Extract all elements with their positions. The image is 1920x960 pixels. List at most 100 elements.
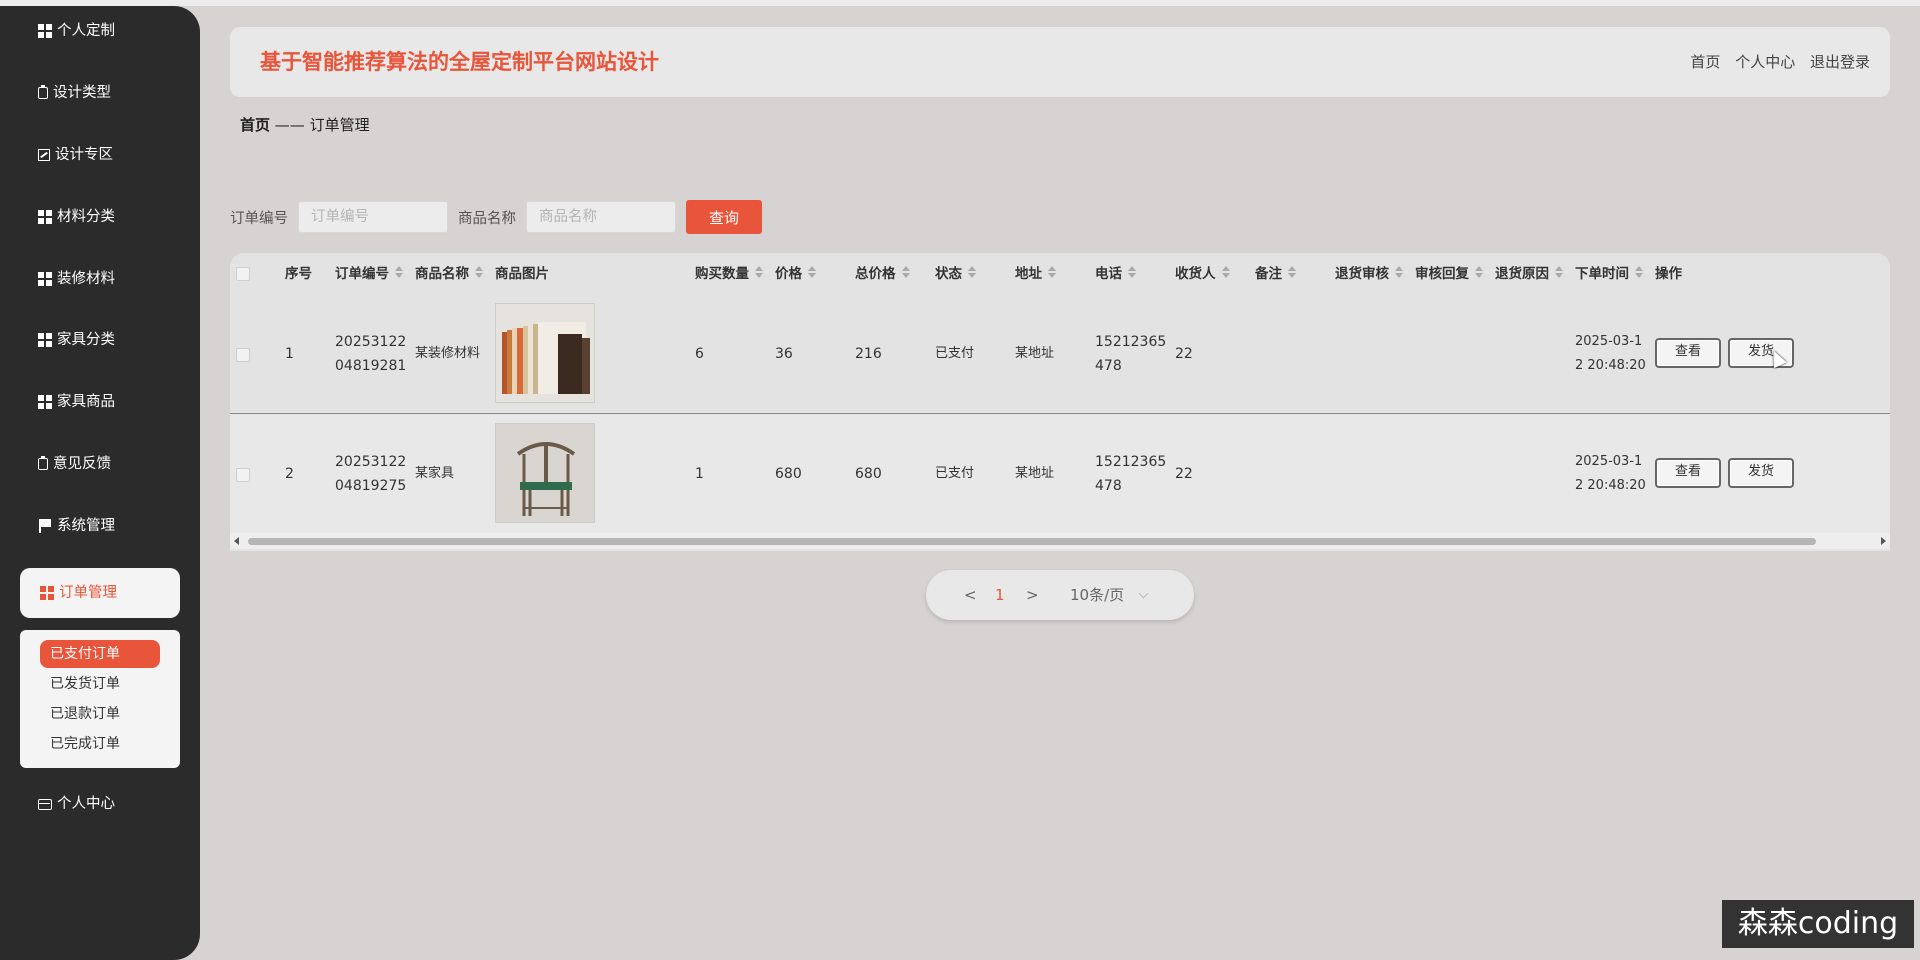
col-label: 价格 bbox=[775, 266, 802, 282]
sort-icon[interactable] bbox=[1555, 266, 1563, 278]
sidebar-item-label: 家具商品 bbox=[57, 394, 115, 410]
col-label: 商品名称 bbox=[415, 266, 469, 282]
col-product[interactable]: 商品名称 bbox=[415, 253, 483, 295]
row-checkbox[interactable] bbox=[236, 468, 250, 482]
col-status[interactable]: 状态 bbox=[935, 253, 976, 295]
col-label: 电话 bbox=[1095, 266, 1122, 282]
sort-icon[interactable] bbox=[1635, 266, 1643, 278]
grid-icon bbox=[38, 24, 52, 38]
sidebar-item-label: 家具分类 bbox=[57, 332, 115, 348]
product-name-input[interactable] bbox=[526, 201, 676, 233]
submenu-item-shipped[interactable]: 已发货订单 bbox=[50, 670, 120, 698]
sort-icon[interactable] bbox=[1048, 266, 1056, 278]
sort-icon[interactable] bbox=[1475, 266, 1483, 278]
col-label: 下单时间 bbox=[1575, 266, 1629, 282]
sidebar-item-label: 材料分类 bbox=[57, 209, 115, 225]
col-phone[interactable]: 电话 bbox=[1095, 253, 1136, 295]
prev-page-button[interactable]: < bbox=[964, 570, 977, 620]
sidebar-item-feedback[interactable]: 意见反馈 bbox=[38, 446, 111, 482]
select-all-checkbox[interactable] bbox=[236, 267, 250, 281]
sort-icon[interactable] bbox=[968, 266, 976, 278]
sort-icon[interactable] bbox=[901, 266, 910, 278]
page-size-select[interactable]: 10条/页 bbox=[1070, 570, 1124, 620]
orders-table: 序号 订单编号 商品名称 商品图片 购买数量 价格 总价格 状态 地址 电话 收… bbox=[230, 253, 1890, 551]
query-button[interactable]: 查询 bbox=[686, 200, 762, 234]
cell-status: 已支付 bbox=[935, 346, 975, 361]
col-remark[interactable]: 备注 bbox=[1255, 253, 1296, 295]
sort-icon[interactable] bbox=[1221, 266, 1230, 278]
clipboard-icon bbox=[38, 456, 48, 470]
sort-icon[interactable] bbox=[1288, 266, 1296, 278]
next-page-button[interactable]: > bbox=[1026, 570, 1039, 620]
col-order-no[interactable]: 订单编号 bbox=[335, 253, 403, 295]
cell-total: 680 bbox=[855, 466, 882, 482]
ship-button[interactable]: 发货 bbox=[1728, 458, 1794, 488]
sidebar-item-label: 装修材料 bbox=[57, 271, 115, 287]
submenu-item-refunded[interactable]: 已退款订单 bbox=[50, 700, 120, 728]
cell-qty: 1 bbox=[695, 466, 704, 482]
header-link-personal-center[interactable]: 个人中心 bbox=[1735, 53, 1795, 71]
col-receiver[interactable]: 收货人 bbox=[1175, 253, 1230, 295]
view-button[interactable]: 查看 bbox=[1655, 458, 1721, 488]
scroll-left-icon[interactable] bbox=[234, 537, 239, 545]
col-order-time[interactable]: 下单时间 bbox=[1575, 253, 1643, 295]
sort-icon[interactable] bbox=[395, 266, 403, 278]
sidebar-item-orders[interactable]: 订单管理 bbox=[20, 568, 180, 618]
submenu-item-completed[interactable]: 已完成订单 bbox=[50, 730, 120, 758]
breadcrumb-current: 订单管理 bbox=[309, 116, 370, 134]
col-index: 序号 bbox=[285, 266, 312, 282]
sidebar-item-material-category[interactable]: 材料分类 bbox=[38, 199, 115, 235]
sidebar-item-custom[interactable]: 个人定制 bbox=[38, 13, 115, 49]
grid-icon bbox=[38, 210, 52, 224]
sidebar-item-design-type[interactable]: 设计类型 bbox=[38, 75, 111, 111]
col-review-reply[interactable]: 审核回复 bbox=[1415, 253, 1483, 295]
col-picture: 商品图片 bbox=[495, 266, 549, 282]
grid-icon bbox=[38, 333, 52, 347]
header-link-logout[interactable]: 退出登录 bbox=[1810, 53, 1870, 71]
col-qty[interactable]: 购买数量 bbox=[695, 253, 763, 295]
cell-index: 2 bbox=[285, 466, 294, 482]
watermark: 森森coding bbox=[1722, 900, 1914, 948]
cell-total: 216 bbox=[855, 346, 882, 362]
sidebar-item-furniture-goods[interactable]: 家具商品 bbox=[38, 384, 115, 420]
sidebar-item-furniture-category[interactable]: 家具分类 bbox=[38, 322, 115, 358]
product-image-chair[interactable] bbox=[495, 423, 595, 523]
cell-qty: 6 bbox=[695, 346, 704, 362]
cell-product: 某装修材料 bbox=[415, 346, 481, 361]
product-image-books[interactable] bbox=[495, 303, 595, 403]
col-label: 订单编号 bbox=[335, 266, 389, 282]
header-link-home[interactable]: 首页 bbox=[1690, 53, 1720, 71]
col-return-review[interactable]: 退货审核 bbox=[1335, 253, 1403, 295]
cell-receiver: 22 bbox=[1175, 466, 1193, 482]
sort-icon[interactable] bbox=[1395, 266, 1403, 278]
row-checkbox[interactable] bbox=[236, 348, 250, 362]
submenu-item-paid[interactable]: 已支付订单 bbox=[40, 640, 160, 668]
view-button[interactable]: 查看 bbox=[1655, 338, 1721, 368]
sort-icon[interactable] bbox=[475, 266, 483, 278]
col-return-reason[interactable]: 退货原因 bbox=[1495, 253, 1563, 295]
sidebar-item-system[interactable]: 系统管理 bbox=[38, 508, 115, 544]
breadcrumb-home[interactable]: 首页 bbox=[240, 116, 270, 134]
horizontal-scrollbar[interactable] bbox=[230, 533, 1890, 549]
scrollbar-thumb[interactable] bbox=[248, 538, 1816, 545]
product-name-label: 商品名称 bbox=[458, 210, 516, 227]
page-number-current[interactable]: 1 bbox=[995, 570, 1005, 620]
sidebar-item-label: 意见反馈 bbox=[53, 456, 111, 472]
sidebar-item-personal-center[interactable]: 个人中心 bbox=[38, 786, 115, 822]
chevron-down-icon bbox=[1138, 588, 1149, 599]
col-label: 收货人 bbox=[1175, 266, 1216, 282]
col-total[interactable]: 总价格 bbox=[855, 253, 910, 295]
scroll-right-icon[interactable] bbox=[1881, 537, 1886, 545]
col-price[interactable]: 价格 bbox=[775, 253, 816, 295]
order-no-input[interactable] bbox=[298, 201, 448, 233]
sort-icon[interactable] bbox=[1128, 266, 1136, 278]
col-address[interactable]: 地址 bbox=[1015, 253, 1056, 295]
sidebar-item-decoration-material[interactable]: 装修材料 bbox=[38, 261, 115, 297]
table-row: 2 2025312204819275 某家具 1 680 680 已支付 某地址… bbox=[230, 415, 1890, 533]
chart-icon bbox=[38, 149, 50, 161]
order-no-label: 订单编号 bbox=[230, 210, 288, 227]
sort-icon[interactable] bbox=[755, 266, 763, 278]
grid-icon bbox=[38, 272, 52, 286]
sidebar-item-design-zone[interactable]: 设计专区 bbox=[38, 137, 113, 173]
sort-icon[interactable] bbox=[808, 266, 816, 278]
